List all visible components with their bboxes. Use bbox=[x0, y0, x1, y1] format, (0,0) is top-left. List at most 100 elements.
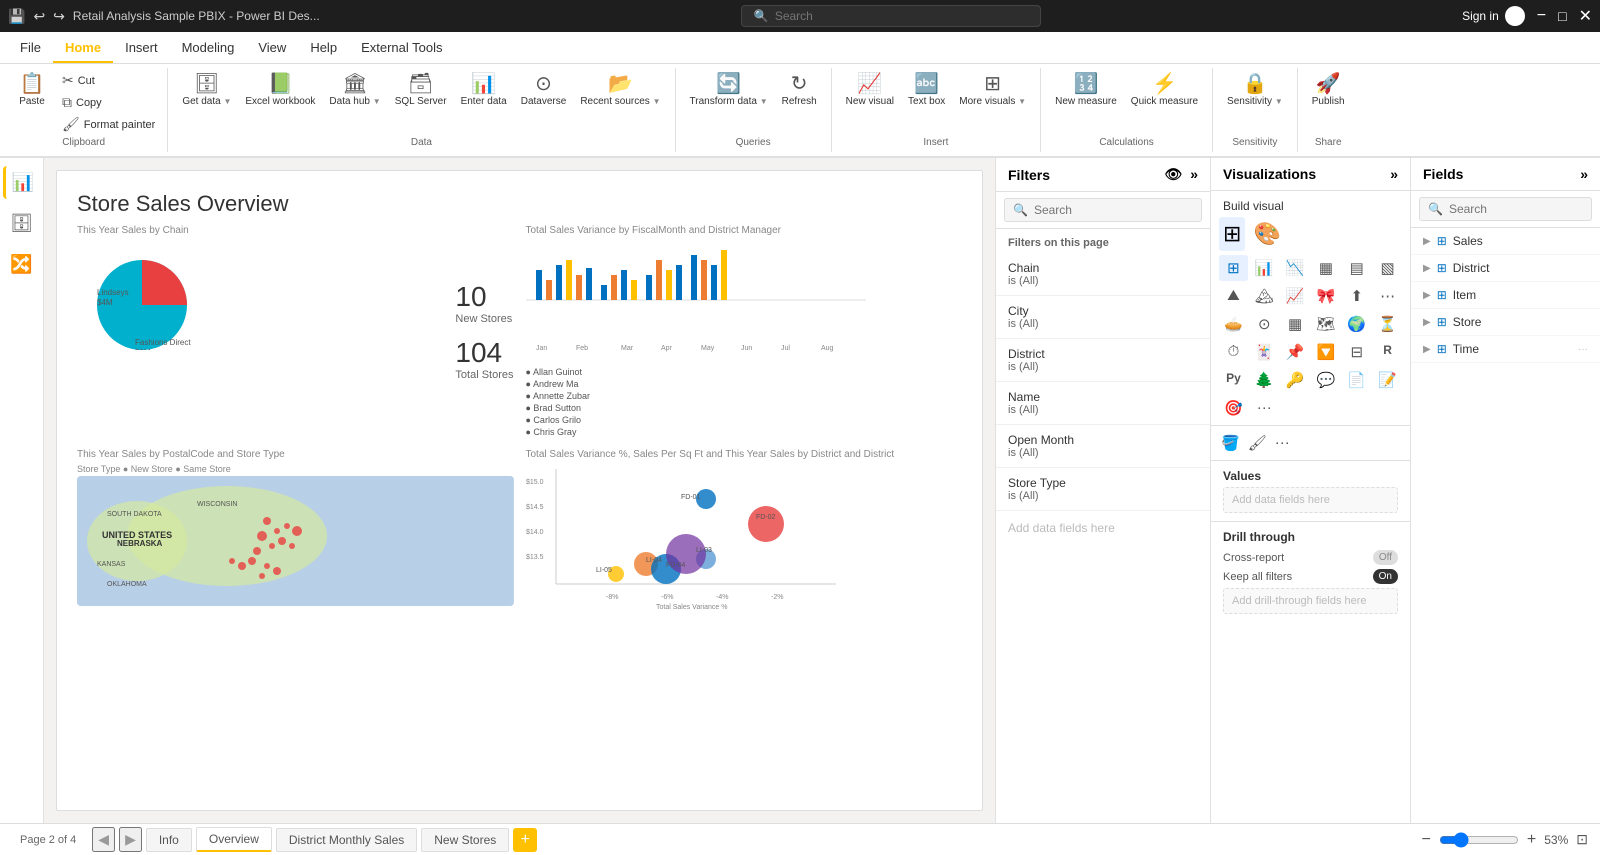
filter-item-district[interactable]: District is (All) bbox=[996, 339, 1210, 382]
viz-build-icon[interactable]: ⊞ bbox=[1219, 217, 1245, 251]
zoom-out-button[interactable]: − bbox=[1422, 831, 1431, 849]
tab-insert[interactable]: Insert bbox=[113, 34, 170, 63]
maximize-button[interactable]: □ bbox=[1558, 8, 1566, 24]
redo-icon[interactable]: ↪ bbox=[53, 8, 65, 25]
viz-icon-area[interactable]: ⛰ bbox=[1219, 283, 1248, 309]
field-item-item[interactable]: ▶ ⊞ Item bbox=[1411, 282, 1600, 309]
filter-item-chain[interactable]: Chain is (All) bbox=[996, 253, 1210, 296]
tab-external-tools[interactable]: External Tools bbox=[349, 34, 454, 63]
publish-button[interactable]: 🚀 Publish bbox=[1306, 70, 1351, 112]
close-button[interactable]: ✕ bbox=[1579, 6, 1592, 26]
sql-button[interactable]: 🗃 SQL Server bbox=[389, 70, 453, 112]
tab-modeling[interactable]: Modeling bbox=[170, 34, 247, 63]
minimize-button[interactable]: − bbox=[1537, 7, 1546, 25]
viz-keep-filters-toggle[interactable]: On bbox=[1373, 569, 1398, 584]
copy-button[interactable]: ⧉ Copy bbox=[58, 92, 159, 113]
recent-sources-button[interactable]: 📂 Recent sources ▼ bbox=[574, 70, 666, 112]
tab-view[interactable]: View bbox=[246, 34, 298, 63]
save-icon[interactable]: 💾 bbox=[8, 8, 25, 25]
viz-icon-key-inf[interactable]: 🔑 bbox=[1281, 367, 1310, 393]
field-item-time[interactable]: ▶ ⊞ Time ··· bbox=[1411, 336, 1600, 363]
paste-button[interactable]: 📋 Paste bbox=[8, 70, 56, 112]
tab-help[interactable]: Help bbox=[298, 34, 349, 63]
viz-icon-smart-narr[interactable]: 📝 bbox=[1373, 367, 1402, 393]
tab-file[interactable]: File bbox=[8, 34, 53, 63]
user-avatar[interactable] bbox=[1505, 6, 1525, 26]
global-search-input[interactable] bbox=[775, 9, 1028, 23]
page-nav-prev[interactable]: ◀ bbox=[92, 827, 115, 852]
add-page-button[interactable]: + bbox=[513, 828, 537, 852]
text-box-button[interactable]: 🔤 Text box bbox=[902, 70, 951, 112]
viz-icon-more[interactable]: ··· bbox=[1250, 395, 1279, 421]
viz-icon-qa[interactable]: 💬 bbox=[1312, 367, 1341, 393]
more-visuals-button[interactable]: ⊞ More visuals ▼ bbox=[953, 70, 1032, 112]
filter-item-city[interactable]: City is (All) bbox=[996, 296, 1210, 339]
tab-home[interactable]: Home bbox=[53, 34, 113, 63]
data-hub-button[interactable]: 🏛 Data hub ▼ bbox=[323, 70, 386, 112]
transform-data-button[interactable]: 🔄 Transform data ▼ bbox=[684, 70, 774, 112]
viz-icon-line[interactable]: 📈 bbox=[1281, 283, 1310, 309]
viz-icon-donut[interactable]: ⊙ bbox=[1250, 311, 1279, 337]
viz-icon-map[interactable]: 🗺 bbox=[1312, 311, 1341, 337]
model-view-icon[interactable]: 🔀 bbox=[4, 248, 38, 281]
zoom-slider[interactable] bbox=[1439, 832, 1519, 848]
fields-search-wrapper[interactable]: 🔍 bbox=[1419, 197, 1592, 221]
filter-item-store-type[interactable]: Store Type is (All) bbox=[996, 468, 1210, 511]
viz-cross-report-toggle[interactable]: Off bbox=[1373, 550, 1398, 565]
viz-icon-clustered-bar[interactable]: ▧ bbox=[1373, 255, 1402, 281]
format-painter-button[interactable]: 🖌 Format painter bbox=[58, 114, 159, 135]
viz-format-icon[interactable]: 🎨 bbox=[1249, 217, 1284, 251]
filter-view-icon[interactable]: 👁 bbox=[1164, 166, 1182, 183]
viz-icon-scatter[interactable]: ⋯ bbox=[1373, 283, 1402, 309]
dataverse-button[interactable]: ⊙ Dataverse bbox=[515, 70, 573, 112]
viz-icon-r[interactable]: R bbox=[1373, 339, 1402, 365]
viz-icon-matrix[interactable]: ⊟ bbox=[1342, 339, 1371, 365]
cut-button[interactable]: ✂ Cut bbox=[58, 70, 159, 91]
field-item-store[interactable]: ▶ ⊞ Store bbox=[1411, 309, 1600, 336]
fit-page-button[interactable]: ⊡ bbox=[1576, 831, 1588, 848]
viz-icon-treemap[interactable]: ▦ bbox=[1281, 311, 1310, 337]
viz-icon-card[interactable]: 🃏 bbox=[1250, 339, 1279, 365]
refresh-button[interactable]: ↻ Refresh bbox=[776, 70, 823, 112]
undo-icon[interactable]: ↩ bbox=[33, 8, 45, 25]
data-view-icon[interactable]: 🗄 bbox=[4, 207, 39, 240]
filter-item-open-month[interactable]: Open Month is (All) bbox=[996, 425, 1210, 468]
viz-paintbrush-icon[interactable]: 🖌 bbox=[1246, 430, 1269, 456]
viz-icon-bar[interactable]: 📊 bbox=[1250, 255, 1279, 281]
viz-icon-python[interactable]: Py bbox=[1219, 367, 1248, 393]
excel-button[interactable]: 📗 Excel workbook bbox=[239, 70, 321, 112]
page-tab-district[interactable]: District Monthly Sales bbox=[276, 828, 417, 852]
viz-icon-paginated[interactable]: 📄 bbox=[1342, 367, 1371, 393]
viz-values-placeholder[interactable]: Add data fields here bbox=[1223, 487, 1398, 513]
viz-icon-stacked-area[interactable]: 🏔 bbox=[1250, 283, 1279, 309]
quick-measure-button[interactable]: ⚡ Quick measure bbox=[1125, 70, 1204, 112]
filter-search-input-wrapper[interactable]: 🔍 bbox=[1004, 198, 1202, 222]
viz-icon-stacked-bar[interactable]: ▦ bbox=[1312, 255, 1341, 281]
filter-expand-icon[interactable]: » bbox=[1190, 166, 1198, 183]
filter-search-input[interactable] bbox=[1034, 203, 1193, 217]
viz-icon-metrics[interactable]: 🎯 bbox=[1219, 395, 1248, 421]
viz-drill-add[interactable]: Add drill-through fields here bbox=[1223, 588, 1398, 614]
fields-search-input[interactable] bbox=[1449, 202, 1583, 216]
viz-filter-icon[interactable]: 🪣 bbox=[1219, 430, 1242, 456]
page-tab-new-stores[interactable]: New Stores bbox=[421, 828, 509, 852]
viz-icon-kpi[interactable]: 📌 bbox=[1281, 339, 1310, 365]
viz-icon-line-bar[interactable]: 📉 bbox=[1281, 255, 1310, 281]
enter-data-button[interactable]: 📊 Enter data bbox=[455, 70, 513, 112]
global-search-bar[interactable]: 🔍 bbox=[741, 5, 1041, 27]
filter-item-name[interactable]: Name is (All) bbox=[996, 382, 1210, 425]
viz-icon-pie[interactable]: 🥧 bbox=[1219, 311, 1248, 337]
fields-expand-icon[interactable]: » bbox=[1580, 166, 1588, 182]
new-measure-button[interactable]: 🔢 New measure bbox=[1049, 70, 1123, 112]
sensitivity-button[interactable]: 🔒 Sensitivity ▼ bbox=[1221, 70, 1289, 112]
new-visual-button[interactable]: 📈 New visual bbox=[840, 70, 900, 112]
viz-icon-decomp[interactable]: 🌲 bbox=[1250, 367, 1279, 393]
viz-dots-icon[interactable]: ··· bbox=[1273, 430, 1292, 456]
viz-icon-100pct-bar[interactable]: ▤ bbox=[1342, 255, 1371, 281]
report-view-icon[interactable]: 📊 bbox=[3, 166, 40, 199]
field-item-sales[interactable]: ▶ ⊞ Sales bbox=[1411, 228, 1600, 255]
get-data-button[interactable]: 🗄 Get data ▼ bbox=[176, 70, 237, 112]
page-tab-info[interactable]: Info bbox=[146, 828, 192, 852]
viz-expand-icon[interactable]: » bbox=[1390, 166, 1398, 182]
page-tab-overview[interactable]: Overview bbox=[196, 827, 272, 852]
